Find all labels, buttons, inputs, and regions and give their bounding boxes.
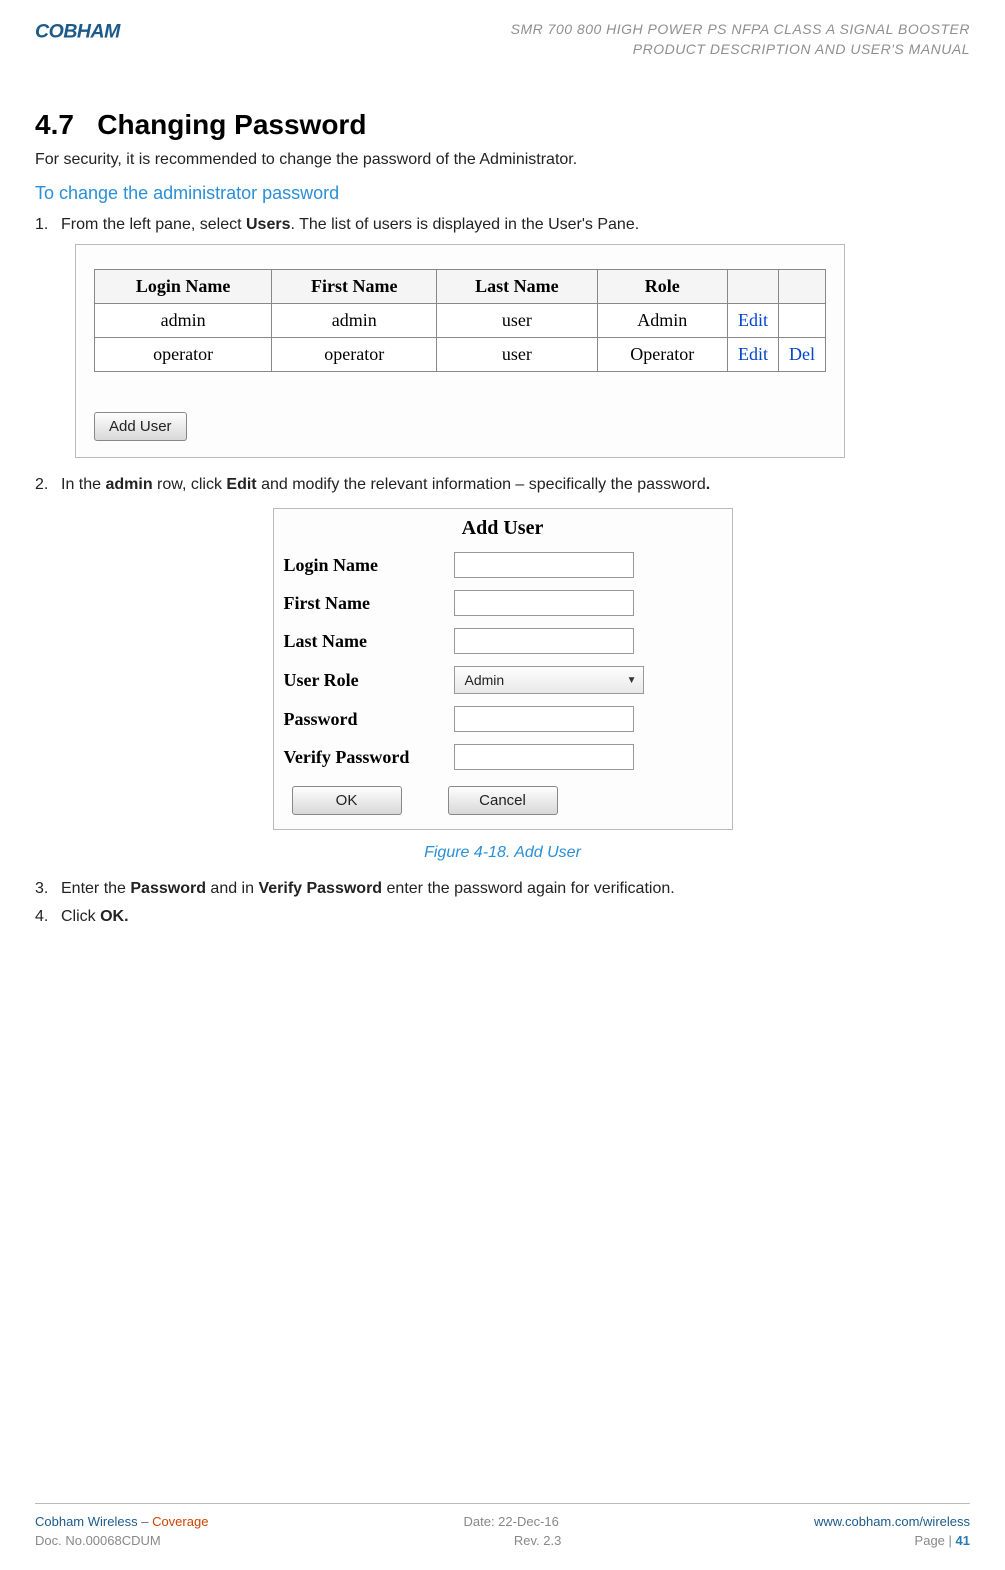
users-table: Login Name First Name Last Name Role adm… <box>94 269 826 372</box>
page-footer: Cobham Wireless – Coverage Date: 22-Dec-… <box>35 1503 970 1552</box>
cell-last: user <box>437 338 597 372</box>
header-line-2: PRODUCT DESCRIPTION AND USER'S MANUAL <box>511 40 970 60</box>
dialog-title: Add User <box>274 509 732 546</box>
footer-page: Page | 41 <box>915 1533 970 1548</box>
step-number: 4. <box>35 908 61 926</box>
intro-text: For security, it is recommended to chang… <box>35 151 970 169</box>
cell-role: Operator <box>597 338 727 372</box>
cell-login: admin <box>95 304 272 338</box>
form-row-first: First Name <box>274 584 732 622</box>
user-role-label: User Role <box>284 670 454 691</box>
col-last-name: Last Name <box>437 270 597 304</box>
last-name-label: Last Name <box>284 631 454 652</box>
col-login-name: Login Name <box>95 270 272 304</box>
cell-first: operator <box>272 338 437 372</box>
footer-url: www.cobham.com/wireless <box>814 1514 970 1529</box>
users-pane-screenshot: Login Name First Name Last Name Role adm… <box>75 244 845 458</box>
step-number: 2. <box>35 476 61 494</box>
table-row: admin admin user Admin Edit <box>95 304 826 338</box>
header-doc-title: SMR 700 800 HIGH POWER PS NFPA CLASS A S… <box>511 20 970 59</box>
cobham-logo-icon: COBHAM <box>35 20 165 43</box>
edit-link[interactable]: Edit <box>728 338 779 372</box>
col-del <box>779 270 826 304</box>
password-input[interactable] <box>454 706 634 732</box>
edit-link[interactable]: Edit <box>728 304 779 338</box>
step-content: Click OK. <box>61 908 970 926</box>
del-link[interactable] <box>779 304 826 338</box>
step-content: In the admin row, click Edit and modify … <box>61 476 970 494</box>
cell-role: Admin <box>597 304 727 338</box>
cell-first: admin <box>272 304 437 338</box>
dialog-buttons: OK Cancel <box>274 776 732 829</box>
first-name-label: First Name <box>284 593 454 614</box>
table-row: operator operator user Operator Edit Del <box>95 338 826 372</box>
cell-login: operator <box>95 338 272 372</box>
footer-date: Date: 22-Dec-16 <box>464 1514 559 1529</box>
footer-brand: Cobham Wireless – Coverage <box>35 1514 208 1529</box>
step-number: 3. <box>35 880 61 898</box>
header-line-1: SMR 700 800 HIGH POWER PS NFPA CLASS A S… <box>511 20 970 40</box>
form-row-password: Password <box>274 700 732 738</box>
form-row-verify: Verify Password <box>274 738 732 776</box>
form-row-last: Last Name <box>274 622 732 660</box>
footer-doc: Doc. No.00068CDUM <box>35 1533 161 1548</box>
del-link[interactable]: Del <box>779 338 826 372</box>
svg-text:COBHAM: COBHAM <box>35 21 121 43</box>
step-content: Enter the Password and in Verify Passwor… <box>61 880 970 898</box>
ok-button[interactable]: OK <box>292 786 402 815</box>
add-user-button[interactable]: Add User <box>94 412 187 441</box>
chevron-down-icon: ▼ <box>627 675 637 686</box>
user-role-select[interactable]: Admin ▼ <box>454 666 644 694</box>
user-role-value: Admin <box>465 672 505 688</box>
login-name-input[interactable] <box>454 552 634 578</box>
step-4: 4. Click OK. <box>35 908 970 926</box>
step-content: From the left pane, select Users. The li… <box>61 216 970 234</box>
figure-caption: Figure 4-18. Add User <box>35 844 970 862</box>
verify-password-label: Verify Password <box>284 747 454 768</box>
col-role: Role <box>597 270 727 304</box>
document-header: COBHAM SMR 700 800 HIGH POWER PS NFPA CL… <box>35 20 970 59</box>
form-row-role: User Role Admin ▼ <box>274 660 732 700</box>
section-heading: 4.7 Changing Password <box>35 109 970 141</box>
cancel-button[interactable]: Cancel <box>448 786 558 815</box>
last-name-input[interactable] <box>454 628 634 654</box>
step-1: 1. From the left pane, select Users. The… <box>35 216 970 234</box>
logo: COBHAM <box>35 20 165 48</box>
step-3: 3. Enter the Password and in Verify Pass… <box>35 880 970 898</box>
add-user-dialog-screenshot: Add User Login Name First Name Last Name… <box>273 508 733 830</box>
verify-password-input[interactable] <box>454 744 634 770</box>
form-row-login: Login Name <box>274 546 732 584</box>
footer-rev: Rev. 2.3 <box>514 1533 561 1548</box>
login-name-label: Login Name <box>284 555 454 576</box>
section-title: Changing Password <box>97 109 366 140</box>
procedure-subheading: To change the administrator password <box>35 183 970 204</box>
step-2: 2. In the admin row, click Edit and modi… <box>35 476 970 494</box>
section-number: 4.7 <box>35 109 74 140</box>
step-number: 1. <box>35 216 61 234</box>
password-label: Password <box>284 709 454 730</box>
first-name-input[interactable] <box>454 590 634 616</box>
table-header-row: Login Name First Name Last Name Role <box>95 270 826 304</box>
col-first-name: First Name <box>272 270 437 304</box>
cell-last: user <box>437 304 597 338</box>
col-edit <box>728 270 779 304</box>
